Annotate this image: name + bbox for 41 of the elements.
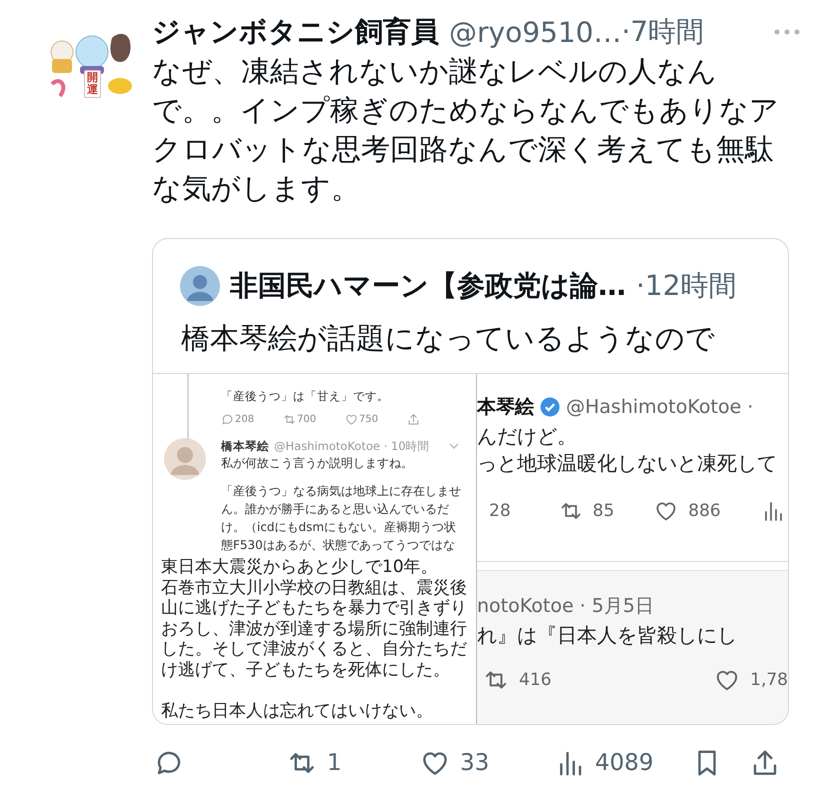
repost-stat: 700 xyxy=(283,412,345,426)
caption-text: 東日本大震災からあと少しで10年。 xyxy=(160,557,439,578)
user-name: 非国民ハマーン【参政党は論… xyxy=(230,268,626,304)
user-handle: @HashimotoKotoe · xyxy=(566,395,754,420)
tweet-text: れ』は『日本人を皆殺しにし xyxy=(477,622,738,649)
share-icon xyxy=(407,412,420,426)
quoted-post[interactable] xyxy=(152,238,789,725)
repost-stat: 416 xyxy=(483,667,552,693)
avatar-icon xyxy=(180,266,220,306)
user-handle: notoKotoe · 5月5日 xyxy=(477,594,655,619)
tweet-text: んだけど。 xyxy=(477,423,578,450)
repost-stat: 85 xyxy=(558,499,614,523)
tweet-text: 「産後うつ」なる病気は地球上に存在しません。誰かが勝手にあると思い込んでいるだけ。（icdにもdsmにもない。産褥期うつ状態F530はあるが、状態であってうつではな xyxy=(221,483,462,554)
avatar-icon xyxy=(164,438,206,480)
user-handle: @ryo9510… xyxy=(449,16,622,48)
tweet-text: 「産後うつ」は「甘え」です。 xyxy=(221,388,390,404)
speech-bubble-icon xyxy=(221,412,234,426)
tweet-text: 私が何故こう言うか説明しますね。 xyxy=(221,455,414,472)
heart-icon xyxy=(345,412,358,426)
caption-text: 石巻市立大川小学校の日教組は、震災後山に逃げた子どもたちを暴力で引きずりおろし、津波が到達する場所に強制連行した。そして津波がくると、自分たちだけ逃げて、子どもたちを死体にした。 xyxy=(160,578,468,680)
post-text: なぜ、凍結されないか謎なレベルの人なんで。。インプ稼ぎのためならなんでもありなアクロバットな思考回路なんで深く考えても無駄な気がします。 xyxy=(152,53,780,207)
user-name: 橋本琴絵 xyxy=(221,438,269,455)
like-stat: 886 xyxy=(654,499,721,523)
charm-label: 開運 xyxy=(84,70,101,98)
like-button[interactable]: 33 xyxy=(420,748,555,778)
user-name: 本琴絵 xyxy=(477,395,534,420)
post-time: ·12時間 xyxy=(636,268,737,304)
post-text: 橋本琴絵が話題になっているようなので xyxy=(180,320,716,357)
caption-text: 私たち日本人は忘れてはいけない。 xyxy=(160,700,434,721)
post-time: ·7時間 xyxy=(621,14,704,50)
reply-stat: 208 xyxy=(221,412,283,426)
tweet-text: っと地球温暖化しないと凍死して xyxy=(477,450,778,477)
stat-count: 28 xyxy=(489,501,511,521)
repost-button[interactable]: 1 xyxy=(287,748,420,778)
like-stat: 1,78 xyxy=(714,667,788,693)
verified-badge-icon xyxy=(540,397,560,417)
repost-arrows-icon xyxy=(283,412,296,426)
user-handle: @HashimotoKotoe · 10時間 xyxy=(274,438,430,455)
like-stat: 750 xyxy=(345,412,407,426)
views-button[interactable]: 4089 xyxy=(555,748,692,778)
user-name: ジャンボタニシ飼育員 xyxy=(152,14,439,50)
